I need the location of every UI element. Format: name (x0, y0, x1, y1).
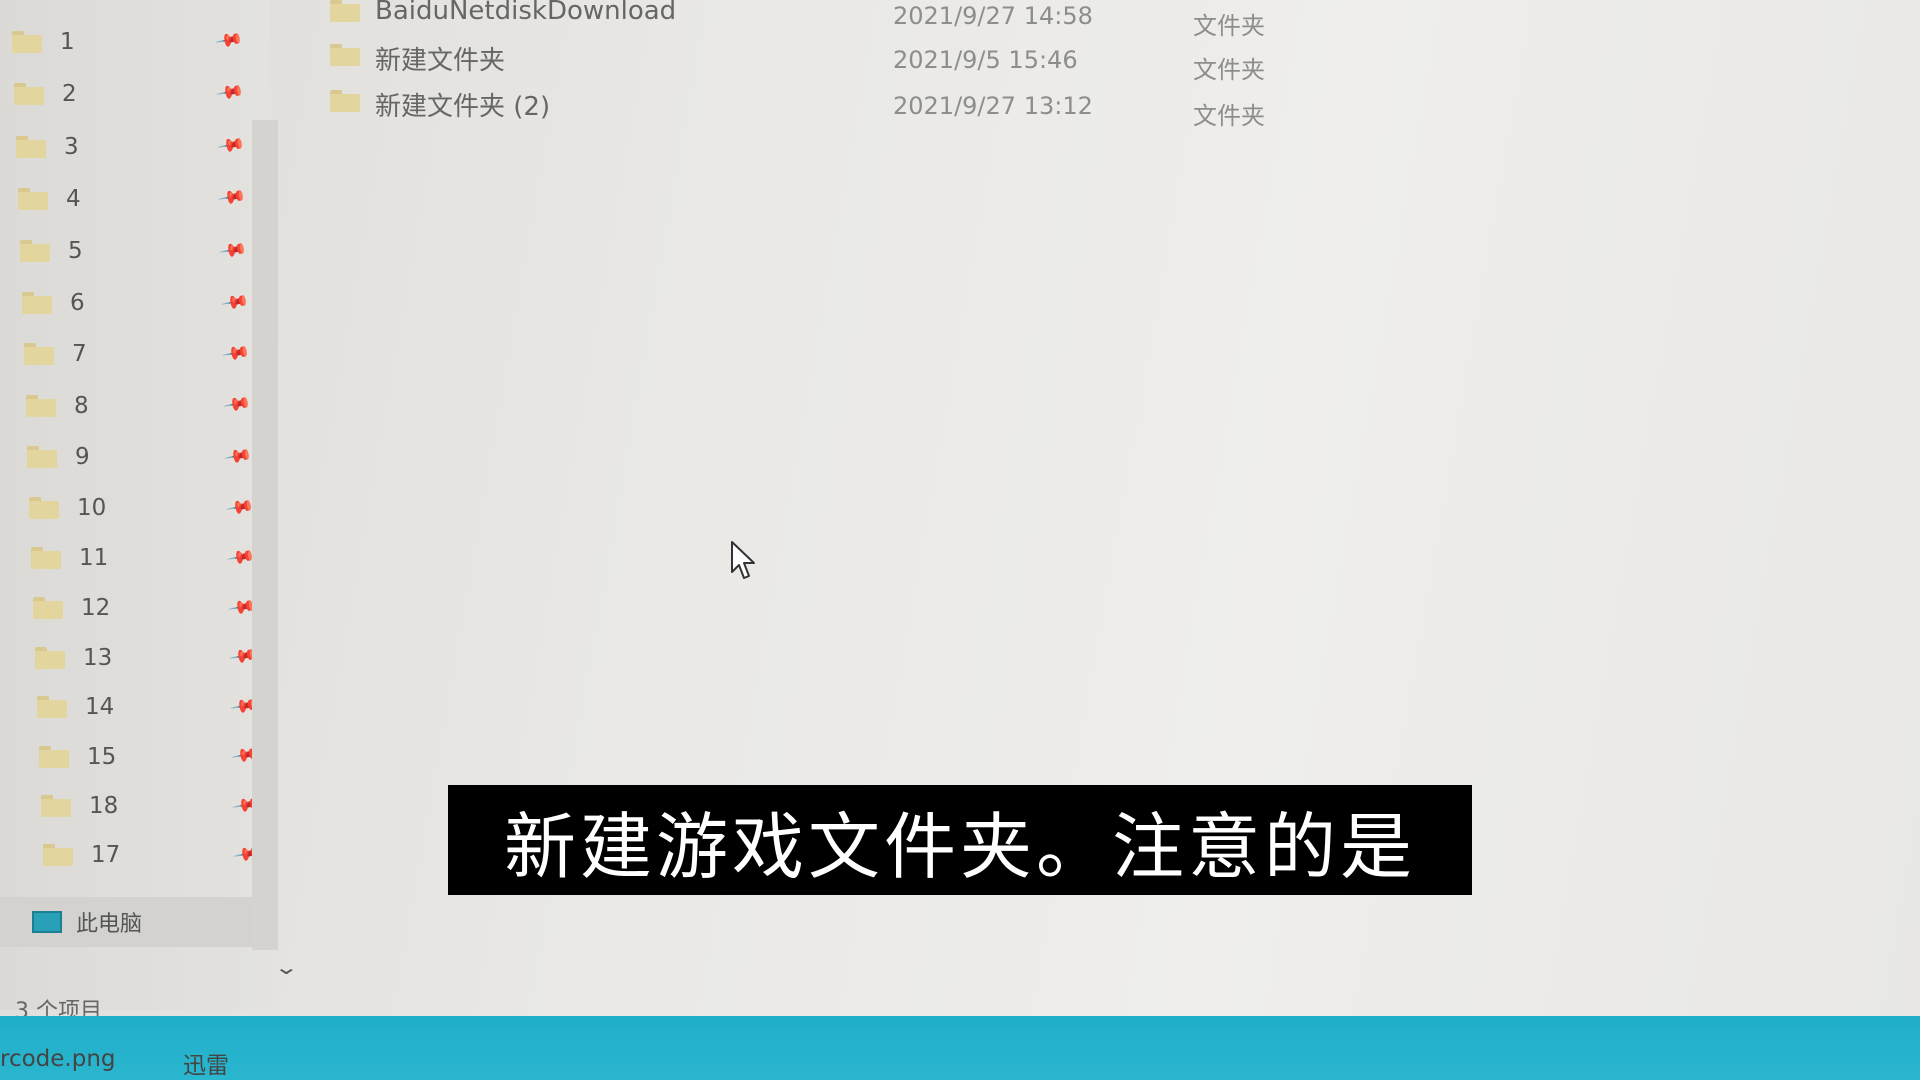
sidebar-item-label: 11 (79, 545, 109, 571)
folder-icon (22, 292, 52, 314)
subtitle-text: 新建游戏文件夹。注意的是 (503, 804, 1416, 889)
folder-icon (16, 136, 46, 158)
folder-icon (14, 83, 44, 105)
sidebar-scrollbar[interactable] (252, 120, 278, 950)
sidebar-item-label: 1 (60, 29, 75, 55)
file-type: 文件夹 (1193, 102, 1265, 130)
folder-icon (27, 446, 57, 468)
sidebar-item-label: 14 (85, 694, 115, 720)
folder-icon (31, 547, 61, 569)
pin-icon[interactable]: 📌 (220, 287, 250, 317)
pin-icon[interactable]: 📌 (216, 130, 246, 160)
navigation-pane: 1 📌 2 📌 3 📌 4 📌 5 📌 6 📌 7 📌 8 📌 9 📌 10 📌… (0, 0, 270, 1024)
sidebar-item-15[interactable]: 15 (39, 737, 197, 777)
sidebar-item-label: 13 (83, 645, 113, 671)
folder-icon (12, 31, 42, 53)
folder-icon (330, 90, 360, 112)
sidebar-item-label: 12 (81, 595, 111, 621)
file-row[interactable]: BaiduNetdiskDownload 2021/9/27 14:58 文件夹 (330, 0, 1330, 40)
sidebar-item-label: 2 (62, 81, 77, 107)
folder-icon (41, 795, 71, 817)
folder-icon (24, 343, 54, 365)
folder-icon (330, 0, 360, 22)
computer-icon (32, 911, 62, 933)
sidebar-item-2[interactable]: 2 (14, 74, 172, 114)
sidebar-item-1[interactable]: 1 (12, 22, 170, 62)
file-date: 2021/9/27 14:58 (893, 2, 1093, 30)
sidebar-item-label: 4 (66, 186, 81, 212)
folder-icon (330, 44, 360, 66)
sidebar-item-label: 8 (74, 393, 89, 419)
sidebar-item-13[interactable]: 13 (35, 638, 193, 678)
folder-icon (35, 647, 65, 669)
sidebar-item-14[interactable]: 14 (37, 687, 195, 727)
sidebar-item-7[interactable]: 7 (24, 334, 182, 374)
screen: 1 📌 2 📌 3 📌 4 📌 5 📌 6 📌 7 📌 8 📌 9 📌 10 📌… (0, 0, 1920, 1080)
file-name: 新建文件夹 (375, 46, 506, 76)
file-name: 新建文件夹 (2) (375, 92, 551, 122)
pin-icon[interactable]: 📌 (222, 389, 252, 419)
sidebar-item-this-pc[interactable]: 此电脑 (0, 897, 270, 947)
sidebar-item-label: 9 (75, 444, 90, 470)
taskbar (0, 1016, 1920, 1080)
folder-icon (39, 746, 69, 768)
folder-icon (33, 597, 63, 619)
pin-icon[interactable]: 📌 (223, 441, 253, 471)
sidebar-item-label: 3 (64, 134, 79, 160)
sidebar-item-6[interactable]: 6 (22, 283, 180, 323)
sidebar-item-5[interactable]: 5 (20, 231, 178, 271)
sidebar-item-11[interactable]: 11 (31, 538, 189, 578)
sidebar-item-4[interactable]: 4 (18, 179, 176, 219)
sidebar-item-3[interactable]: 3 (16, 127, 174, 167)
folder-icon (18, 188, 48, 210)
pin-icon[interactable]: 📌 (215, 77, 245, 107)
sidebar-item-8[interactable]: 8 (26, 386, 184, 426)
sidebar-item-label: 6 (70, 290, 85, 316)
file-date: 2021/9/5 15:46 (893, 46, 1078, 74)
chevron-down-icon[interactable]: ⌄ (274, 955, 299, 979)
file-type: 文件夹 (1193, 12, 1265, 40)
folder-icon (37, 696, 67, 718)
sidebar-item-label: 5 (68, 238, 83, 264)
pin-icon[interactable]: 📌 (214, 25, 244, 55)
sidebar-item-10[interactable]: 10 (29, 488, 187, 528)
file-name: BaiduNetdiskDownload (375, 0, 677, 26)
taskbar-item-xunlei[interactable]: 迅雷 (183, 1046, 229, 1080)
sidebar-item-label: 15 (87, 744, 117, 770)
taskbar-item-rcode[interactable]: rcode.png (0, 1046, 116, 1072)
sidebar-item-label: 10 (77, 495, 107, 521)
folder-icon (29, 497, 59, 519)
file-row[interactable]: 新建文件夹 2021/9/5 15:46 文件夹 (330, 40, 1330, 84)
pin-icon[interactable]: 📌 (221, 338, 251, 368)
sidebar-item-18[interactable]: 18 (41, 786, 199, 826)
sidebar-item-12[interactable]: 12 (33, 588, 191, 628)
sidebar-item-9[interactable]: 9 (27, 437, 185, 477)
sidebar-item-label: 17 (91, 842, 121, 868)
file-row[interactable]: 新建文件夹 (2) 2021/9/27 13:12 文件夹 (330, 86, 1330, 130)
sidebar-item-label: 7 (72, 341, 87, 367)
subtitle-box: 新建游戏文件夹。注意的是 (448, 785, 1472, 895)
folder-icon (20, 240, 50, 262)
pin-icon[interactable]: 📌 (225, 492, 255, 522)
folder-icon (26, 395, 56, 417)
file-date: 2021/9/27 13:12 (893, 92, 1093, 120)
pin-icon[interactable]: 📌 (217, 182, 247, 212)
sidebar-item-label: 此电脑 (76, 912, 143, 937)
folder-icon (43, 844, 73, 866)
pin-icon[interactable]: 📌 (218, 235, 248, 265)
sidebar-item-17[interactable]: 17 (43, 835, 201, 875)
mouse-cursor-icon (731, 541, 755, 579)
sidebar-item-label: 18 (89, 793, 119, 819)
file-type: 文件夹 (1193, 56, 1265, 84)
